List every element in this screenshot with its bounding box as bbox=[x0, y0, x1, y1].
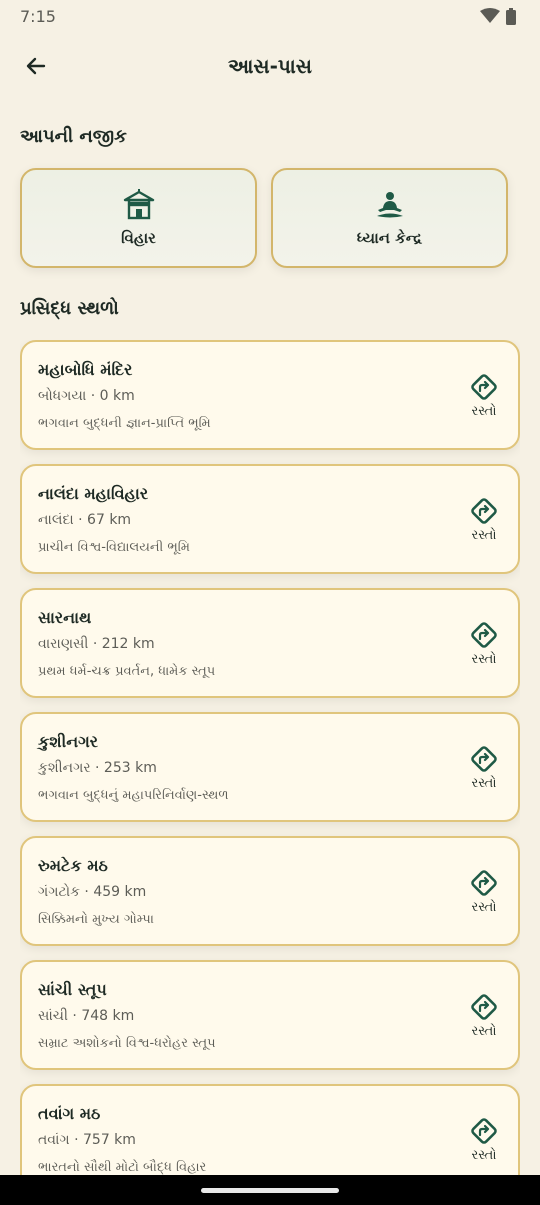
place-description: ભગવાન બુદ્ધનું મહાપરિનિર્વાણ-સ્થળ bbox=[38, 788, 229, 803]
battery-icon bbox=[506, 7, 516, 25]
place-name: નાલંદા મહાવિહાર bbox=[38, 484, 149, 503]
meditation-icon bbox=[376, 192, 403, 218]
nearby-vihara-label: વિહાર bbox=[121, 229, 156, 247]
place-card[interactable]: રુમટેક મઠ ગંગટોક · 459 km સિક્કિમનો મુખ્ય … bbox=[20, 836, 520, 946]
route-button[interactable]: રસ્તો bbox=[464, 868, 504, 920]
route-button[interactable]: રસ્તો bbox=[464, 620, 504, 672]
nearby-vihara-button[interactable]: વિહાર bbox=[20, 168, 257, 268]
wifi-icon bbox=[480, 8, 500, 23]
place-distance: કુશીનગર · 253 km bbox=[38, 760, 157, 776]
place-name: મહાબોધિ મંદિર bbox=[38, 360, 133, 379]
status-bar: 7:15 bbox=[0, 0, 540, 32]
place-distance: બોધગયા · 0 km bbox=[38, 388, 135, 404]
directions-icon bbox=[471, 498, 497, 524]
nearby-meditation-label: ધ્યાન કેન્દ્ર bbox=[356, 229, 423, 247]
place-description: સમ્રાટ અશોકનો વિશ્વ-ધરોહર સ્તૂપ bbox=[38, 1036, 216, 1051]
status-icons bbox=[480, 7, 516, 25]
nearby-grid: વિહાર ધ્યાન કેન્દ્ર bbox=[20, 168, 508, 268]
place-distance: વારાણસી · 212 km bbox=[38, 636, 155, 652]
route-button[interactable]: રસ્તો bbox=[464, 992, 504, 1044]
route-label: રસ્તો bbox=[471, 900, 497, 915]
section-heading-nearby: આપની નજીક bbox=[20, 126, 127, 147]
place-name: કુશીનગર bbox=[38, 732, 99, 751]
place-card[interactable]: તવાંગ મઠ તવાંગ · 757 km ભારતનો સૌથી મોટો બ… bbox=[20, 1084, 520, 1175]
section-heading-famous: પ્રસિદ્ધ સ્થળો bbox=[20, 298, 119, 319]
place-description: પ્રથમ ધર્મ-ચક્ર પ્રવર્તન, ધામેક સ્તૂપ bbox=[38, 664, 216, 679]
place-distance: તવાંગ · 757 km bbox=[38, 1132, 136, 1148]
place-description: ભારતનો સૌથી મોટો બૌદ્ધ વિહાર bbox=[38, 1160, 207, 1175]
route-button[interactable]: રસ્તો bbox=[464, 496, 504, 548]
place-card[interactable]: સાંચી સ્તૂપ સાંચી · 748 km સમ્રાટ અશોકનો વ… bbox=[20, 960, 520, 1070]
place-description: પ્રાચીન વિશ્વ-વિદ્યાલયની ભૂમિ bbox=[38, 540, 190, 555]
route-label: રસ્તો bbox=[471, 528, 497, 543]
route-button[interactable]: રસ્તો bbox=[464, 372, 504, 424]
route-button[interactable]: રસ્તો bbox=[464, 744, 504, 796]
directions-icon bbox=[471, 374, 497, 400]
place-distance: સાંચી · 748 km bbox=[38, 1008, 135, 1024]
place-distance: ગંગટોક · 459 km bbox=[38, 884, 147, 900]
place-card[interactable]: મહાબોધિ મંદિર બોધગયા · 0 km ભગવાન બુદ્ધની … bbox=[20, 340, 520, 450]
route-label: રસ્તો bbox=[471, 652, 497, 667]
place-name: રુમટેક મઠ bbox=[38, 856, 108, 875]
directions-icon bbox=[471, 870, 497, 896]
places-list: મહાબોધિ મંદિર બોધગયા · 0 km ભગવાન બુદ્ધની … bbox=[20, 340, 520, 1175]
status-time: 7:15 bbox=[20, 6, 56, 26]
place-description: ભગવાન બુદ્ધની જ્ઞાન-પ્રાપ્તિ ભૂમિ bbox=[38, 416, 211, 431]
temple-icon bbox=[123, 189, 154, 220]
app-bar: આસ-પાસ bbox=[0, 40, 540, 92]
page-title: આસ-પાસ bbox=[227, 54, 313, 78]
route-button[interactable]: રસ્તો bbox=[464, 1116, 504, 1168]
place-name: સારનાથ bbox=[38, 608, 92, 627]
place-name: તવાંગ મઠ bbox=[38, 1104, 101, 1123]
route-label: રસ્તો bbox=[471, 776, 497, 791]
back-button[interactable] bbox=[16, 46, 56, 86]
directions-icon bbox=[471, 746, 497, 772]
route-label: રસ્તો bbox=[471, 404, 497, 419]
directions-icon bbox=[471, 1118, 497, 1144]
system-nav-bar bbox=[0, 1175, 540, 1205]
place-distance: નાલંદા · 67 km bbox=[38, 512, 132, 528]
directions-icon bbox=[471, 622, 497, 648]
route-label: રસ્તો bbox=[471, 1024, 497, 1039]
nearby-meditation-button[interactable]: ધ્યાન કેન્દ્ર bbox=[271, 168, 508, 268]
home-indicator[interactable] bbox=[201, 1188, 339, 1193]
place-card[interactable]: નાલંદા મહાવિહાર નાલંદા · 67 km પ્રાચીન વિશ… bbox=[20, 464, 520, 574]
place-description: સિક્કિમનો મુખ્ય ગોમ્પા bbox=[38, 912, 154, 927]
route-label: રસ્તો bbox=[471, 1148, 497, 1163]
directions-icon bbox=[471, 994, 497, 1020]
place-card[interactable]: સારનાથ વારાણસી · 212 km પ્રથમ ધર્મ-ચક્ર પ્… bbox=[20, 588, 520, 698]
place-name: સાંચી સ્તૂપ bbox=[38, 980, 107, 999]
arrow-back-icon bbox=[26, 57, 46, 75]
place-card[interactable]: કુશીનગર કુશીનગર · 253 km ભગવાન બુદ્ધનું મહ… bbox=[20, 712, 520, 822]
